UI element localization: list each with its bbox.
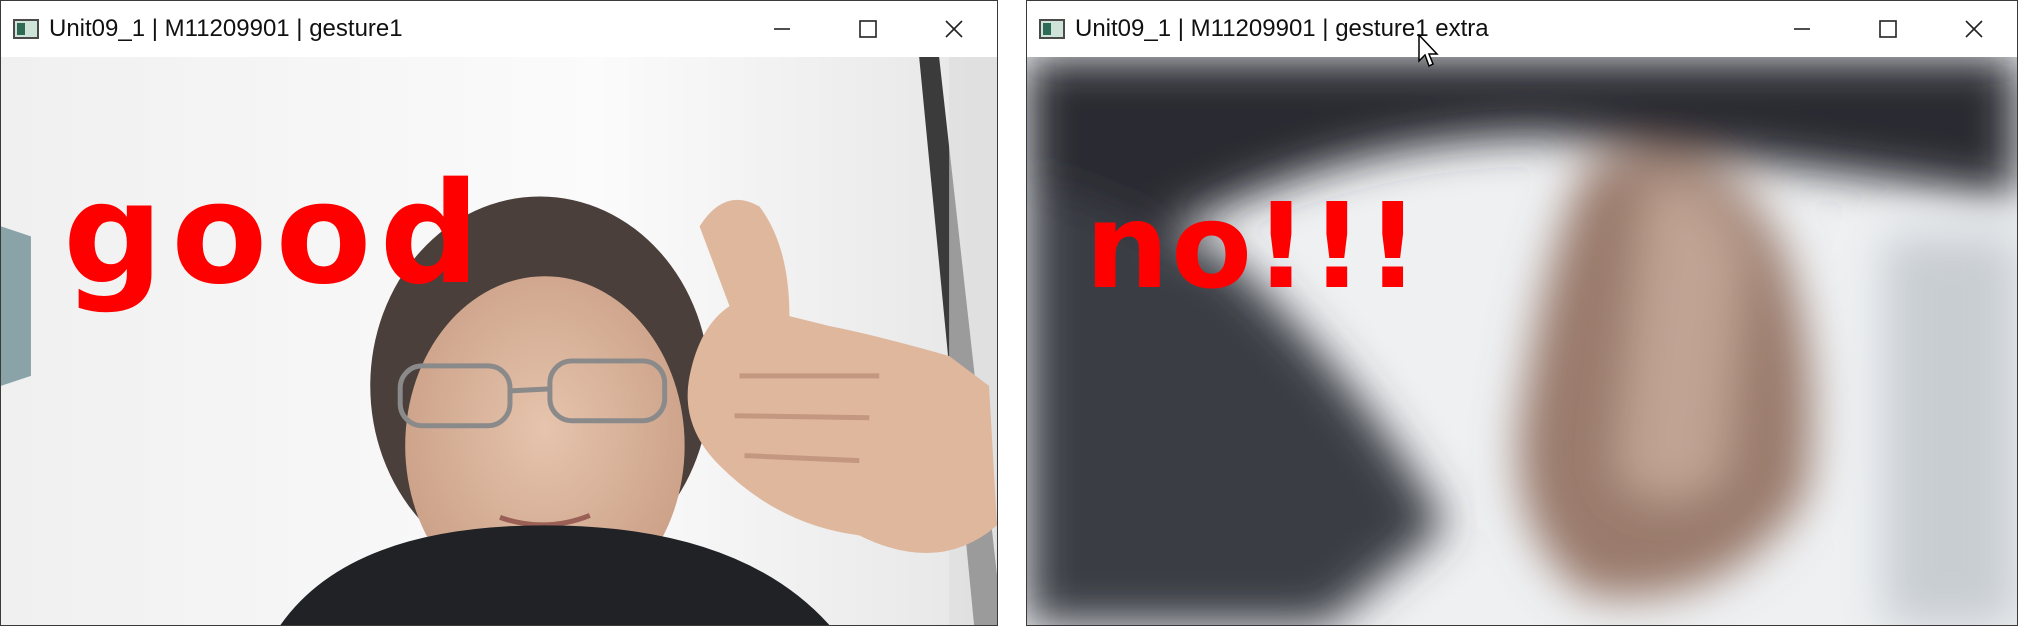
minimize-icon bbox=[1794, 28, 1810, 30]
window-controls bbox=[1759, 1, 2017, 57]
title-bar[interactable]: Unit09_1 | M11209901 | gesture1 extra bbox=[1027, 1, 2017, 57]
close-icon bbox=[1965, 20, 1983, 38]
app-window-icon bbox=[13, 19, 39, 39]
window-controls bbox=[739, 1, 997, 57]
minimize-button[interactable] bbox=[739, 1, 825, 57]
maximize-icon bbox=[1879, 20, 1897, 38]
window-title: Unit09_1 | M11209901 | gesture1 bbox=[49, 15, 403, 42]
minimize-icon bbox=[774, 28, 790, 30]
close-button[interactable] bbox=[911, 1, 997, 57]
webcam-feed-image bbox=[1027, 57, 2017, 625]
video-frame: good bbox=[1, 57, 997, 625]
webcam-window-gesture1[interactable]: Unit09_1 | M11209901 | gesture1 good bbox=[0, 0, 998, 626]
webcam-feed-image bbox=[1, 57, 997, 625]
app-window-icon bbox=[1039, 19, 1065, 39]
close-button[interactable] bbox=[1931, 1, 2017, 57]
video-frame: no!!! bbox=[1027, 57, 2017, 625]
close-icon bbox=[945, 20, 963, 38]
gesture-label: no!!! bbox=[1085, 177, 1422, 315]
mouse-cursor-icon bbox=[1418, 34, 1439, 68]
minimize-button[interactable] bbox=[1759, 1, 1845, 57]
webcam-window-gesture1-extra[interactable]: Unit09_1 | M11209901 | gesture1 extra no… bbox=[1026, 0, 2018, 626]
title-bar[interactable]: Unit09_1 | M11209901 | gesture1 bbox=[1, 1, 997, 57]
maximize-icon bbox=[859, 20, 877, 38]
maximize-button[interactable] bbox=[1845, 1, 1931, 57]
gesture-label: good bbox=[63, 153, 488, 316]
maximize-button[interactable] bbox=[825, 1, 911, 57]
